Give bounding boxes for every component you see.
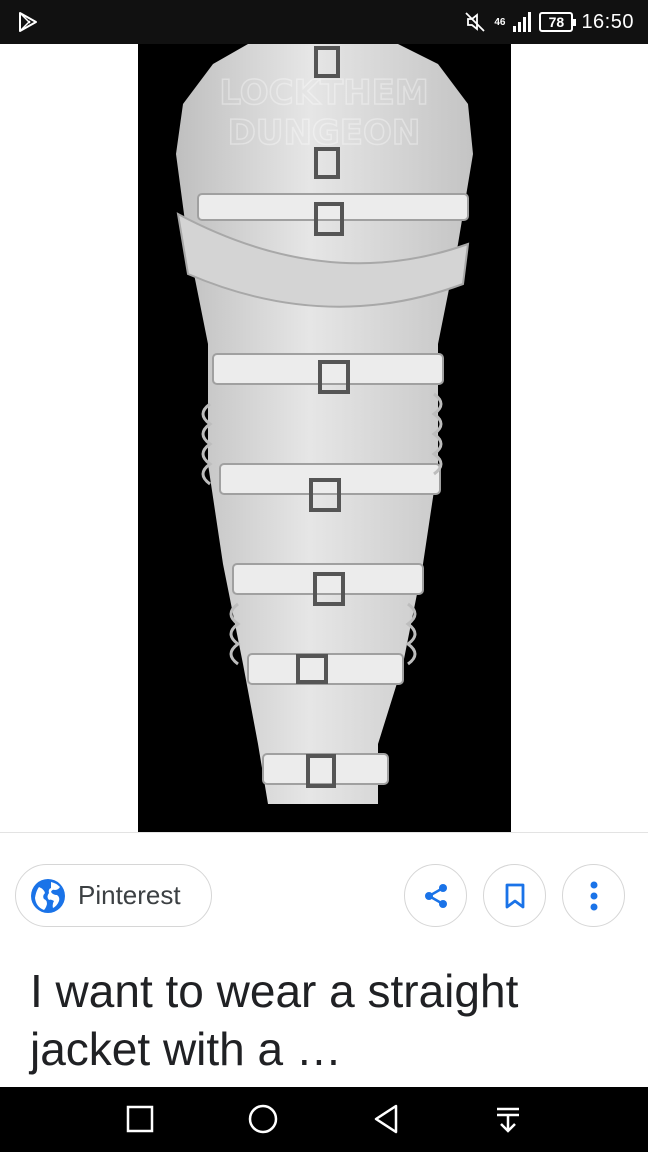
bookmark-icon <box>505 883 524 908</box>
status-bar: 46 78 16:50 <box>0 0 648 44</box>
recents-square-icon[interactable] <box>122 1101 158 1137</box>
globe-icon <box>31 878 65 913</box>
share-button[interactable] <box>404 864 467 927</box>
source-chip[interactable]: Pinterest <box>15 864 212 927</box>
divider <box>0 832 648 833</box>
share-icon <box>424 883 447 908</box>
more-vert-icon <box>590 881 597 910</box>
image-viewer[interactable]: LOCKTHEM DUNGEON <box>0 44 648 833</box>
mute-icon <box>465 12 485 32</box>
source-name: Pinterest <box>78 880 181 910</box>
watermark-line-1: LOCKTHEM <box>219 73 428 113</box>
back-triangle-icon[interactable] <box>368 1101 404 1137</box>
home-circle-icon[interactable] <box>245 1101 281 1137</box>
navigation-bar <box>0 1087 648 1152</box>
play-store-icon <box>19 12 37 32</box>
watermark-line-2: DUNGEON <box>228 113 421 153</box>
network-type: 46 <box>494 16 506 28</box>
more-options-button[interactable] <box>562 864 625 927</box>
result-title[interactable]: I want to wear a straight jacket with a … <box>30 962 620 1078</box>
straitjacket-illustration: LOCKTHEM DUNGEON <box>176 44 473 804</box>
battery-level: 78 <box>548 14 565 30</box>
status-time: 16:50 <box>581 10 634 33</box>
notification-pulldown-icon[interactable] <box>490 1101 526 1137</box>
result-image[interactable]: LOCKTHEM DUNGEON <box>138 44 511 833</box>
battery-icon: 78 <box>539 12 577 32</box>
signal-icon <box>513 12 532 32</box>
save-button[interactable] <box>483 864 546 927</box>
